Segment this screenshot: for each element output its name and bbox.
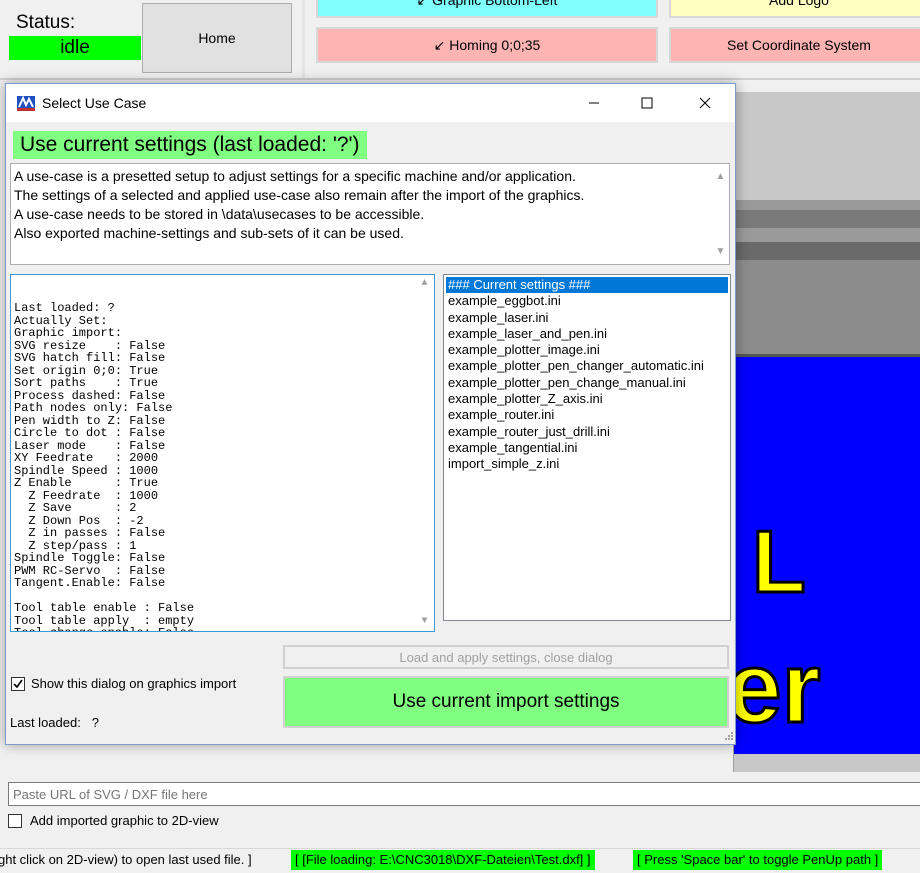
description-line: The settings of a selected and applied u… — [14, 187, 585, 203]
set-coordinate-system-button[interactable]: Set Coordinate System — [669, 27, 920, 63]
status-bar: ght click on 2D-view) to open last used … — [0, 848, 920, 873]
scroll-down-icon[interactable]: ▼ — [716, 242, 726, 261]
show-dialog-checkbox[interactable] — [11, 676, 25, 691]
2d-view-letters-er: er — [734, 632, 821, 744]
settings-textbox[interactable]: Last loaded: ? Actually Set: Graphic imp… — [10, 274, 435, 632]
description-line: A use-case is a presetted setup to adjus… — [14, 168, 576, 184]
last-loaded-info: Last loaded: ? — [10, 715, 99, 730]
toolbar-divider — [0, 78, 920, 80]
graphic-bottom-left-button[interactable]: ↙ Graphic Bottom-Left — [316, 0, 658, 18]
use-case-item[interactable]: example_plotter_pen_changer_automatic.in… — [446, 358, 728, 374]
description-line: Also exported machine-settings and sub-s… — [14, 225, 404, 241]
use-case-item[interactable]: example_router.ini — [446, 407, 728, 423]
settings-scrollbar[interactable]: ▲ ▼ — [416, 276, 433, 630]
use-case-item[interactable]: example_tangential.ini — [446, 440, 728, 456]
dialog-titlebar[interactable]: Select Use Case — [6, 84, 735, 122]
minimize-icon — [589, 102, 599, 104]
description-scrollbar[interactable]: ▲ ▼ — [712, 165, 729, 263]
status-bar-file-loading: [ [File loading: E:\CNC3018\DXF-Dateien\… — [291, 850, 595, 870]
use-case-item[interactable]: example_plotter_pen_change_manual.ini — [446, 375, 728, 391]
description-textbox[interactable]: A use-case is a presetted setup to adjus… — [10, 163, 730, 265]
use-case-item[interactable]: example_plotter_image.ini — [446, 342, 728, 358]
app-icon — [17, 95, 35, 111]
scroll-down-icon[interactable]: ▼ — [421, 616, 427, 629]
last-loaded-label: Last loaded: — [10, 715, 81, 730]
use-case-item[interactable]: import_simple_z.ini — [446, 456, 728, 472]
scroll-up-icon[interactable]: ▲ — [421, 278, 427, 291]
last-loaded-value: ? — [91, 715, 99, 730]
select-use-case-dialog: Select Use Case Use current settings (la… — [5, 83, 736, 745]
add-imported-checkbox[interactable] — [8, 813, 22, 828]
use-case-list[interactable]: ### Current settings ### example_eggbot.… — [443, 274, 731, 621]
settings-text: Last loaded: ? Actually Set: Graphic imp… — [14, 301, 195, 631]
scroll-up-icon[interactable]: ▲ — [716, 167, 726, 186]
status-bar-penup-hint: [ Press 'Space bar' to toggle PenUp path… — [633, 850, 883, 870]
maximize-icon — [641, 97, 653, 109]
url-input[interactable] — [8, 782, 920, 806]
use-case-item[interactable]: example_router_just_drill.ini — [446, 424, 728, 440]
load-apply-settings-button[interactable]: Load and apply settings, close dialog — [283, 645, 729, 669]
add-logo-button[interactable]: Add Logo — [669, 0, 920, 18]
checkmark-icon — [13, 679, 23, 688]
close-button[interactable] — [682, 84, 728, 122]
resize-grip-icon[interactable] — [720, 729, 734, 743]
2d-view-letter-l: L — [752, 512, 806, 611]
use-case-item[interactable]: example_laser_and_pen.ini — [446, 326, 728, 342]
homing-button[interactable]: ↙ Homing 0;0;35 — [316, 27, 658, 63]
add-imported-option[interactable]: Add imported graphic to 2D-view — [8, 813, 219, 828]
description-line: A use-case needs to be stored in \data\u… — [14, 206, 425, 222]
show-dialog-option[interactable]: Show this dialog on graphics import — [11, 676, 236, 691]
status-label: Status: — [16, 12, 76, 33]
use-case-item[interactable]: example_plotter_Z_axis.ini — [446, 391, 728, 407]
status-bar-hint: ght click on 2D-view) to open last used … — [0, 852, 252, 867]
splitter[interactable] — [302, 0, 305, 78]
2d-view-canvas: L er — [734, 92, 920, 772]
close-icon — [699, 97, 711, 109]
2d-view[interactable]: L er — [733, 92, 920, 772]
use-current-settings-heading: Use current settings (last loaded: '?') — [13, 131, 367, 159]
use-case-item[interactable]: example_laser.ini — [446, 310, 728, 326]
maximize-button[interactable] — [624, 84, 670, 122]
use-case-item[interactable]: example_eggbot.ini — [446, 293, 728, 309]
home-button[interactable]: Home — [142, 3, 292, 73]
add-imported-label: Add imported graphic to 2D-view — [30, 813, 219, 828]
minimize-button[interactable] — [571, 84, 617, 122]
status-value: idle — [9, 36, 141, 60]
show-dialog-label: Show this dialog on graphics import — [31, 676, 237, 691]
dialog-title: Select Use Case — [42, 95, 147, 111]
use-current-import-settings-button[interactable]: Use current import settings — [283, 676, 729, 728]
use-case-item-current[interactable]: ### Current settings ### — [446, 277, 728, 294]
